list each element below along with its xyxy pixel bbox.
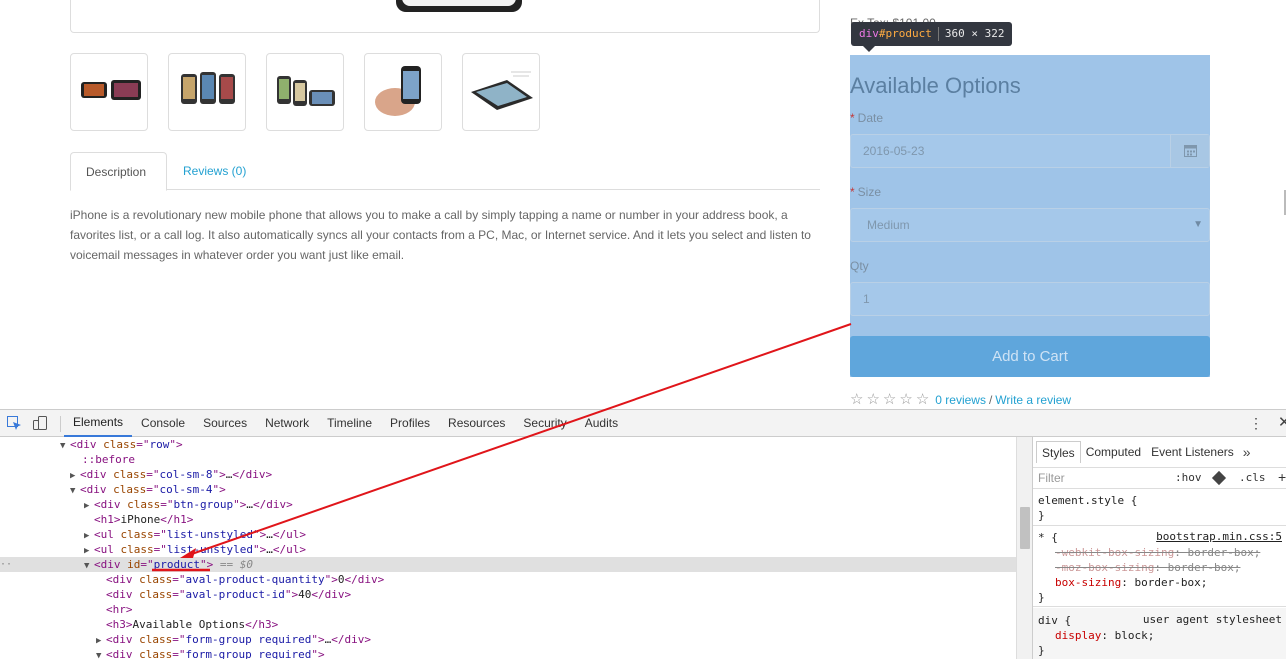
- tab-styles[interactable]: Styles: [1036, 441, 1081, 463]
- tab-security[interactable]: Security: [514, 410, 575, 437]
- dom-node[interactable]: <hr>: [0, 602, 1016, 617]
- rating-stars: ☆ ☆ ☆ ☆ ☆: [850, 391, 930, 408]
- write-review-link[interactable]: Write a review: [995, 393, 1071, 407]
- dom-node[interactable]: ▼ <div class="form-group required">: [0, 647, 1016, 659]
- star-empty-icon: ☆: [866, 391, 880, 408]
- star-empty-icon: ☆: [899, 391, 913, 408]
- dom-node[interactable]: ▶ <div class="form-group required">…</div…: [0, 632, 1016, 647]
- styles-tabs: Styles Computed Event Listeners »: [1033, 441, 1251, 463]
- required-star: *: [850, 111, 855, 125]
- product-options-highlight: Available Options * Date 2016-05-23 * Size…: [850, 55, 1210, 377]
- tab-event-listeners[interactable]: Event Listeners: [1146, 441, 1239, 463]
- cls-toggle[interactable]: .cls: [1239, 471, 1266, 484]
- size-label: * Size: [850, 185, 882, 199]
- tab-reviews[interactable]: Reviews (0): [168, 152, 261, 190]
- close-icon[interactable]: ✕: [1278, 413, 1286, 431]
- product-tabs: Description Reviews (0): [70, 152, 820, 191]
- reviews-link[interactable]: 0 reviews: [935, 393, 986, 407]
- dom-node[interactable]: ▶ <div class="col-sm-8">…</div>: [0, 467, 1016, 482]
- dom-node[interactable]: ▶ <div class="btn-group">…</div>: [0, 497, 1016, 512]
- star-empty-icon: ☆: [915, 391, 930, 408]
- stylesheet-link[interactable]: bootstrap.min.css:5: [1156, 530, 1282, 543]
- size-select[interactable]: Medium ▼: [850, 208, 1210, 242]
- device-mode-icon[interactable]: [32, 415, 48, 431]
- dom-node[interactable]: ▶ <ul class="list-unstyled">…</ul>: [0, 542, 1016, 557]
- tab-network[interactable]: Network: [256, 410, 318, 437]
- tab-elements[interactable]: Elements: [64, 410, 133, 437]
- styles-pane: Styles Computed Event Listeners » Filter…: [1032, 437, 1286, 659]
- thumbnail-strip: [70, 53, 540, 131]
- style-rule-star: * { bootstrap.min.css:5 -webkit-box-sizi…: [1033, 527, 1286, 607]
- dom-node[interactable]: <h3>Available Options</h3>: [0, 617, 1016, 632]
- dom-node[interactable]: ▶ <ul class="list-unstyled">…</ul>: [0, 527, 1016, 542]
- thumbnail-image[interactable]: [364, 53, 442, 131]
- user-agent-label: user agent stylesheet: [1142, 613, 1282, 626]
- dom-node[interactable]: <h1>iPhone</h1>: [0, 512, 1016, 527]
- tab-profiles[interactable]: Profiles: [381, 410, 439, 437]
- options-title: Available Options: [850, 73, 1021, 98]
- devtools-panel: Elements Console Sources Network Timelin…: [0, 409, 1286, 659]
- style-rule-element: element.style { }: [1033, 490, 1286, 526]
- filter-placeholder: Filter: [1038, 471, 1065, 485]
- more-options-icon[interactable]: ⋮: [1249, 415, 1263, 432]
- color-format-icon[interactable]: [1211, 470, 1227, 486]
- dom-node[interactable]: <div class="aval-product-quantity">0</di…: [0, 572, 1016, 587]
- dom-node[interactable]: ▼ <div class="row">: [0, 437, 1016, 452]
- rating-separator: /: [988, 393, 993, 407]
- dom-node[interactable]: ▼ <div class="col-sm-4">: [0, 482, 1016, 497]
- thumbnail-image[interactable]: [266, 53, 344, 131]
- main-product-image[interactable]: [70, 0, 820, 33]
- thumbnail-image[interactable]: [168, 53, 246, 131]
- chevron-more-icon[interactable]: »: [1243, 441, 1251, 463]
- devtools-toolbar: Elements Console Sources Network Timelin…: [0, 410, 1286, 437]
- styles-filter[interactable]: Filter :hov .cls +: [1033, 467, 1286, 489]
- calendar-button[interactable]: [1170, 135, 1209, 167]
- dropdown-arrow-icon: ▼: [1193, 219, 1203, 230]
- star-empty-icon: ☆: [882, 391, 897, 408]
- elements-tree: ▼ <div class="row"> ::before ▶ <div class=…: [0, 437, 1016, 659]
- devtools-tabs: Elements Console Sources Network Timelin…: [64, 410, 627, 437]
- thumbnail-image[interactable]: [70, 53, 148, 131]
- dom-node[interactable]: <div class="aval-product-id">40</div>: [0, 587, 1016, 602]
- tab-resources[interactable]: Resources: [439, 410, 514, 437]
- tab-sources[interactable]: Sources: [194, 410, 256, 437]
- tab-audits[interactable]: Audits: [576, 410, 627, 437]
- product-page: Description Reviews (0) iPhone is a revo…: [0, 0, 1286, 409]
- dom-node-selected[interactable]: ·· ▼ <div id="product"> == $0: [0, 557, 1016, 572]
- dom-node[interactable]: ::before: [0, 452, 1016, 467]
- date-label: * Date: [850, 111, 884, 125]
- hov-toggle[interactable]: :hov: [1175, 471, 1202, 484]
- add-to-cart-button[interactable]: Add to Cart: [850, 336, 1210, 377]
- scrollbar-thumb[interactable]: [1020, 507, 1030, 549]
- thumbnail-image[interactable]: [462, 53, 540, 131]
- tab-console[interactable]: Console: [132, 410, 194, 437]
- required-star: *: [850, 185, 855, 199]
- tab-computed[interactable]: Computed: [1081, 441, 1146, 463]
- inspect-element-icon[interactable]: [6, 415, 22, 431]
- date-input[interactable]: 2016-05-23: [850, 134, 1210, 168]
- tab-description[interactable]: Description: [70, 152, 167, 191]
- star-empty-icon: ☆: [850, 391, 864, 408]
- rating-row: ☆ ☆ ☆ ☆ ☆ 0 reviews / Write a review: [850, 391, 1071, 408]
- qty-input[interactable]: 1: [850, 282, 1210, 316]
- product-description: iPhone is a revolutionary new mobile pho…: [70, 208, 811, 262]
- inspect-tooltip: div#product 360 × 322: [851, 22, 1013, 52]
- screenshot-root: { "page": { "price_ex_tax": "Ex Tax: $10…: [0, 0, 1286, 659]
- tab-timeline[interactable]: Timeline: [318, 410, 381, 437]
- add-rule-icon[interactable]: +: [1278, 469, 1286, 485]
- calendar-icon: [1184, 145, 1197, 157]
- style-rule-div: div { user agent stylesheet display: blo…: [1033, 608, 1286, 659]
- elements-scrollbar[interactable]: [1016, 437, 1032, 659]
- qty-label: Qty: [850, 259, 869, 273]
